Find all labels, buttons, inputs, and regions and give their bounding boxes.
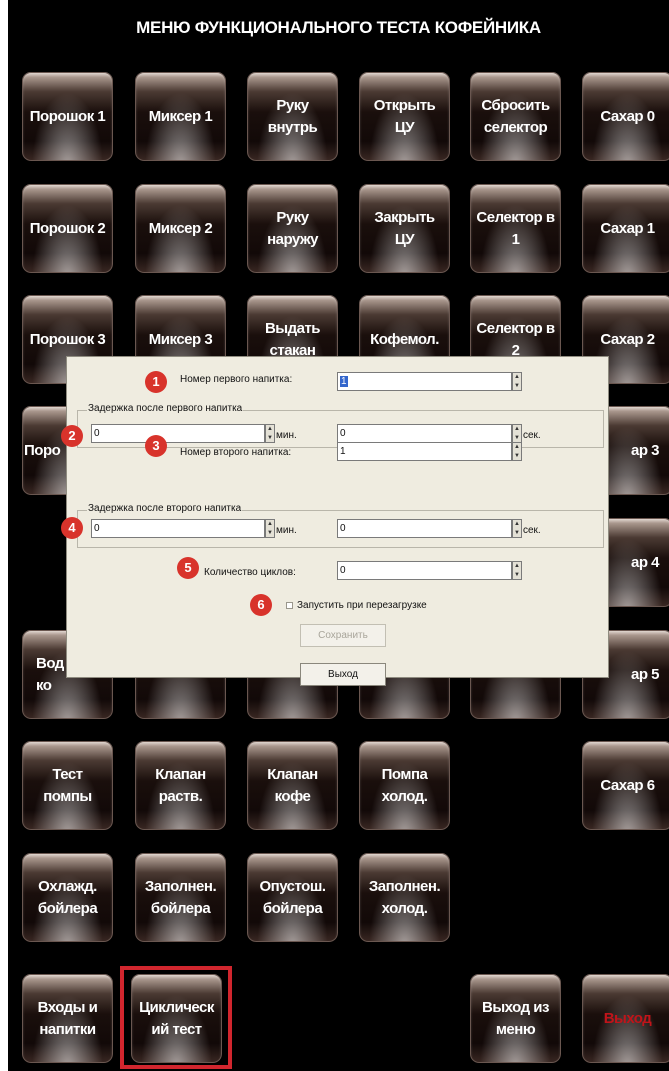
- mixer-2-button[interactable]: Миксер 2: [135, 184, 226, 273]
- spin-down-icon: ▼: [267, 435, 273, 441]
- sugar-1-button[interactable]: Сахар 1: [582, 184, 669, 273]
- cyclic-test-dialog: Номер первого напитка: 1 ▲ ▼ Задержка пос…: [66, 356, 609, 686]
- delay-1-seconds-unit: сек.: [523, 430, 541, 441]
- pump-test-button[interactable]: Тест помпы: [22, 741, 113, 830]
- spin-down-icon: ▼: [514, 453, 520, 459]
- spin-up-icon: ▲: [514, 521, 520, 527]
- valve-solution-button[interactable]: Клапан раств.: [135, 741, 226, 830]
- boiler-empty-button[interactable]: Опустош. бойлера: [247, 853, 338, 942]
- menu-title: МЕНЮ ФУНКЦИОНАЛЬНОГО ТЕСТА КОФЕЙНИКА: [136, 18, 541, 37]
- delay-2-seconds-input[interactable]: 0: [337, 519, 512, 538]
- spin-up-icon: ▲: [267, 521, 273, 527]
- arm-in-button[interactable]: Руку внутрь: [247, 72, 338, 161]
- first-drink-label: Номер первого напитка:: [180, 374, 293, 385]
- second-drink-spinner[interactable]: ▲ ▼: [512, 442, 522, 461]
- dialog-exit-button[interactable]: Выход: [300, 663, 386, 686]
- pump-cold-button[interactable]: Помпа холод.: [359, 741, 450, 830]
- cycles-spinner[interactable]: ▲ ▼: [512, 561, 522, 580]
- callout-badge-2: 2: [61, 425, 83, 447]
- mixer-1-button[interactable]: Миксер 1: [135, 72, 226, 161]
- inputs-drinks-button[interactable]: Входы и напитки: [22, 974, 113, 1063]
- spin-down-icon: ▼: [267, 530, 273, 536]
- close-cu-button[interactable]: Закрыть ЦУ: [359, 184, 450, 273]
- callout-badge-6: 6: [250, 594, 272, 616]
- delay-2-minutes-spinner[interactable]: ▲ ▼: [265, 519, 275, 538]
- delay-1-minutes-spinner[interactable]: ▲ ▼: [265, 424, 275, 443]
- powder-2-button[interactable]: Порошок 2: [22, 184, 113, 273]
- callout-badge-1: 1: [145, 371, 167, 393]
- delay-2-minutes-unit: мин.: [276, 525, 297, 536]
- exit-button[interactable]: Выход: [582, 974, 669, 1063]
- delay-1-group-title: Задержка после первого напитка: [87, 403, 244, 414]
- delay-2-seconds-unit: сек.: [523, 525, 541, 536]
- boiler-fill-button[interactable]: Заполнен. бойлера: [135, 853, 226, 942]
- first-drink-spinner[interactable]: ▲ ▼: [512, 372, 522, 391]
- spin-down-icon: ▼: [514, 572, 520, 578]
- callout-badge-3: 3: [145, 435, 167, 457]
- save-button[interactable]: Сохранить: [300, 624, 386, 647]
- spin-down-icon: ▼: [514, 435, 520, 441]
- boiler-cool-button[interactable]: Охлажд. бойлера: [22, 853, 113, 942]
- open-cu-button[interactable]: Открыть ЦУ: [359, 72, 450, 161]
- selector-1-button[interactable]: Селектор в 1: [470, 184, 561, 273]
- delay-1-seconds-spinner[interactable]: ▲ ▼: [512, 424, 522, 443]
- cycles-label: Количество циклов:: [204, 567, 296, 578]
- first-drink-input[interactable]: 1: [337, 372, 512, 391]
- sugar-6-button[interactable]: Сахар 6: [582, 741, 669, 830]
- spin-down-icon: ▼: [514, 383, 520, 389]
- spin-up-icon: ▲: [514, 563, 520, 569]
- sugar-0-button[interactable]: Сахар 0: [582, 72, 669, 161]
- reset-selector-button[interactable]: Сбросить селектор: [470, 72, 561, 161]
- autostart-checkbox[interactable]: [286, 602, 293, 609]
- delay-1-minutes-unit: мин.: [276, 430, 297, 441]
- spin-up-icon: ▲: [514, 426, 520, 432]
- delay-2-seconds-spinner[interactable]: ▲ ▼: [512, 519, 522, 538]
- spin-down-icon: ▼: [514, 530, 520, 536]
- callout-badge-4: 4: [61, 517, 83, 539]
- spin-up-icon: ▲: [267, 426, 273, 432]
- callout-badge-5: 5: [177, 557, 199, 579]
- spin-up-icon: ▲: [514, 374, 520, 380]
- cold-fill-button[interactable]: Заполнен. холод.: [359, 853, 450, 942]
- delay-2-group-title: Задержка после второго напитка: [87, 503, 243, 514]
- arm-out-button[interactable]: Руку наружу: [247, 184, 338, 273]
- cycles-input[interactable]: 0: [337, 561, 512, 580]
- exit-menu-button[interactable]: Выход из меню: [470, 974, 561, 1063]
- delay-1-minutes-input[interactable]: 0: [91, 424, 265, 443]
- powder-1-button[interactable]: Порошок 1: [22, 72, 113, 161]
- delay-1-seconds-input[interactable]: 0: [337, 424, 512, 443]
- second-drink-input[interactable]: 1: [337, 442, 512, 461]
- delay-2-minutes-input[interactable]: 0: [91, 519, 265, 538]
- second-drink-label: Номер второго напитка:: [180, 447, 292, 458]
- cyclic-test-highlight: [120, 966, 232, 1069]
- valve-coffee-button[interactable]: Клапан кофе: [247, 741, 338, 830]
- spin-up-icon: ▲: [514, 444, 520, 450]
- autostart-label: Запустить при перезагрузке: [297, 600, 427, 611]
